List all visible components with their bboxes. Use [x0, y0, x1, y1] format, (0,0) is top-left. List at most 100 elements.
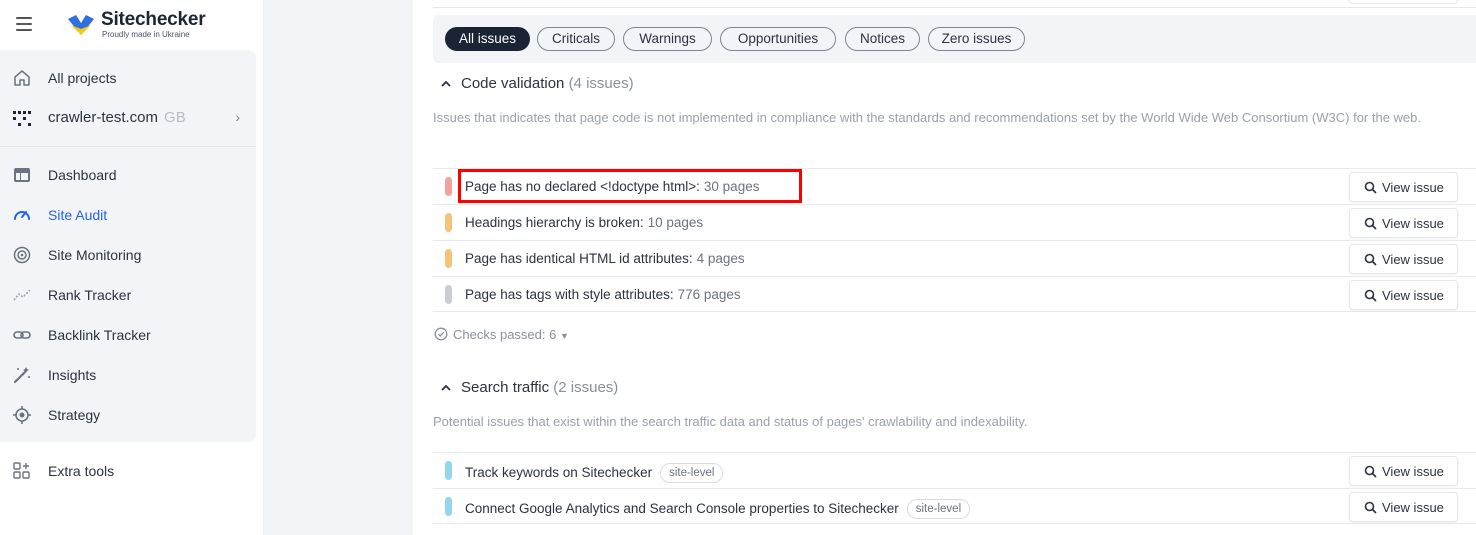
issue-pages-count: 10 pages: [647, 215, 704, 230]
issue-row[interactable]: Headings hierarchy is broken: 10 pages Vi…: [433, 204, 1476, 240]
severity-indicator-critical: [445, 177, 452, 196]
view-issue-button[interactable]: View issue: [1349, 172, 1458, 202]
site-level-badge: site-level: [660, 463, 724, 483]
sidebar-item-backlink-tracker[interactable]: Backlink Tracker: [0, 315, 256, 355]
project-region: GB: [164, 109, 186, 126]
previous-view-issue-button[interactable]: [1348, 0, 1458, 4]
sidebar-item-rank-tracker[interactable]: Rank Tracker: [0, 275, 256, 315]
severity-indicator-notice: [445, 285, 452, 304]
view-issue-button[interactable]: View issue: [1349, 244, 1458, 274]
sidebar-nav: All projects crawler-test.com GB › Dashbo…: [0, 50, 256, 442]
search-icon: [1364, 253, 1377, 266]
link-icon: [13, 331, 31, 339]
sidebar-item-site-monitoring[interactable]: Site Monitoring: [0, 235, 256, 275]
search-icon: [1364, 181, 1377, 194]
top-strip: [433, 0, 1476, 8]
content-gutter: [264, 0, 413, 535]
sidebar-item-label: Site Audit: [48, 207, 108, 223]
sidebar-item-label: Insights: [48, 367, 97, 383]
section-description: Issues that indicates that page code is …: [433, 110, 1422, 125]
view-issue-button[interactable]: View issue: [1349, 280, 1458, 310]
chevron-up-icon: [441, 80, 451, 87]
issue-row[interactable]: Page has no declared <!doctype html>: 30 …: [433, 168, 1476, 204]
section-title: Search traffic: [461, 379, 550, 396]
view-issue-label: View issue: [1382, 252, 1444, 267]
view-issue-label: View issue: [1382, 216, 1444, 231]
sidebar-item-dashboard[interactable]: Dashboard: [0, 155, 256, 195]
sidebar-item-project[interactable]: crawler-test.com GB ›: [0, 98, 256, 138]
issue-row[interactable]: Connect Google Analytics and Search Cons…: [433, 488, 1476, 524]
sidebar-item-label: Rank Tracker: [48, 287, 132, 303]
sidebar-item-label: Extra tools: [48, 463, 115, 479]
section-issue-count: (4 issues): [568, 75, 634, 92]
caret-down-icon: ▼: [559, 331, 569, 341]
sidebar-item-label: Dashboard: [48, 167, 117, 183]
view-issue-button[interactable]: View issue: [1349, 456, 1458, 486]
chevron-up-icon: [441, 384, 451, 391]
filter-criticals[interactable]: Criticals: [537, 27, 615, 51]
hamburger-menu-icon[interactable]: [16, 17, 32, 31]
sidebar-item-all-projects[interactable]: All projects: [0, 58, 256, 98]
view-issue-label: View issue: [1382, 500, 1444, 515]
severity-indicator-warning: [445, 249, 452, 268]
issue-pages-count: 30 pages: [703, 179, 760, 194]
sidebar-item-label: Site Monitoring: [48, 247, 142, 263]
search-icon: [1364, 217, 1377, 230]
section-title: Code validation: [461, 75, 565, 92]
gauge-icon: [14, 211, 30, 220]
sidebar-item-label: Strategy: [48, 407, 101, 423]
site-level-badge: site-level: [906, 499, 971, 519]
sidebar-item-site-audit[interactable]: Site Audit: [0, 195, 256, 235]
sidebar-item-strategy[interactable]: Strategy: [0, 395, 256, 435]
issue-name: Track keywords on Sitechecker: [465, 465, 653, 480]
filter-zero-issues[interactable]: Zero issues: [928, 27, 1025, 51]
target-icon: [13, 406, 31, 424]
rank-tracker-icon: [13, 289, 31, 301]
issues-panel: All issues Criticals Warnings Opportunit…: [413, 0, 1476, 535]
issue-row[interactable]: Page has identical HTML id attributes: 4 …: [433, 240, 1476, 276]
search-icon: [1364, 465, 1377, 478]
monitoring-icon: [13, 246, 31, 264]
sidebar: Sitechecker Proudly made in Ukraine All …: [0, 0, 264, 535]
severity-indicator-opportunity: [445, 461, 452, 480]
extra-tools-icon: [13, 462, 30, 479]
sidebar-item-insights[interactable]: Insights: [0, 355, 256, 395]
view-issue-label: View issue: [1382, 180, 1444, 195]
view-issue-label: View issue: [1382, 464, 1444, 479]
filter-opportunities[interactable]: Opportunities: [720, 27, 836, 51]
checks-passed-label: Checks passed: 6: [453, 327, 557, 342]
check-circle-icon: [434, 327, 448, 341]
issue-pages-count: 776 pages: [677, 287, 741, 302]
brand-name: Sitechecker: [101, 9, 206, 30]
issue-pages-count: 4 pages: [696, 251, 745, 266]
issue-name: Headings hierarchy is broken:: [465, 215, 644, 230]
magic-wand-icon: [13, 367, 30, 384]
view-issue-button[interactable]: View issue: [1349, 208, 1458, 238]
sidebar-item-extra-tools[interactable]: Extra tools: [0, 451, 256, 491]
project-favicon-icon: [13, 111, 31, 126]
dashboard-icon: [14, 168, 30, 182]
brand-tagline: Proudly made in Ukraine: [102, 30, 190, 39]
issue-name: Page has tags with style attributes:: [465, 287, 674, 302]
sidebar-item-label: Backlink Tracker: [48, 327, 151, 343]
search-icon: [1364, 289, 1377, 302]
issue-name: Connect Google Analytics and Search Cons…: [465, 501, 899, 516]
view-issue-label: View issue: [1382, 288, 1444, 303]
issue-row[interactable]: Page has tags with style attributes: 776 …: [433, 276, 1476, 312]
nav-divider: [0, 146, 256, 147]
issue-filter-bar: All issues Criticals Warnings Opportunit…: [433, 15, 1476, 63]
issue-name: Page has no declared <!doctype html>:: [465, 179, 700, 194]
home-icon: [14, 70, 30, 86]
sitechecker-logo-icon: [68, 15, 94, 35]
view-issue-button[interactable]: View issue: [1349, 492, 1458, 522]
search-icon: [1364, 501, 1377, 514]
issue-row[interactable]: Track keywords on Sitechecker site-level …: [433, 452, 1476, 488]
section-issue-count: (2 issues): [553, 379, 619, 396]
filter-notices[interactable]: Notices: [845, 27, 920, 51]
sidebar-item-label: All projects: [48, 70, 117, 86]
filter-all-issues[interactable]: All issues: [445, 27, 530, 51]
chevron-right-icon: ›: [235, 109, 240, 125]
filter-warnings[interactable]: Warnings: [623, 27, 712, 51]
logo-row: Sitechecker Proudly made in Ukraine: [0, 0, 264, 50]
issue-name: Page has identical HTML id attributes:: [465, 251, 693, 266]
